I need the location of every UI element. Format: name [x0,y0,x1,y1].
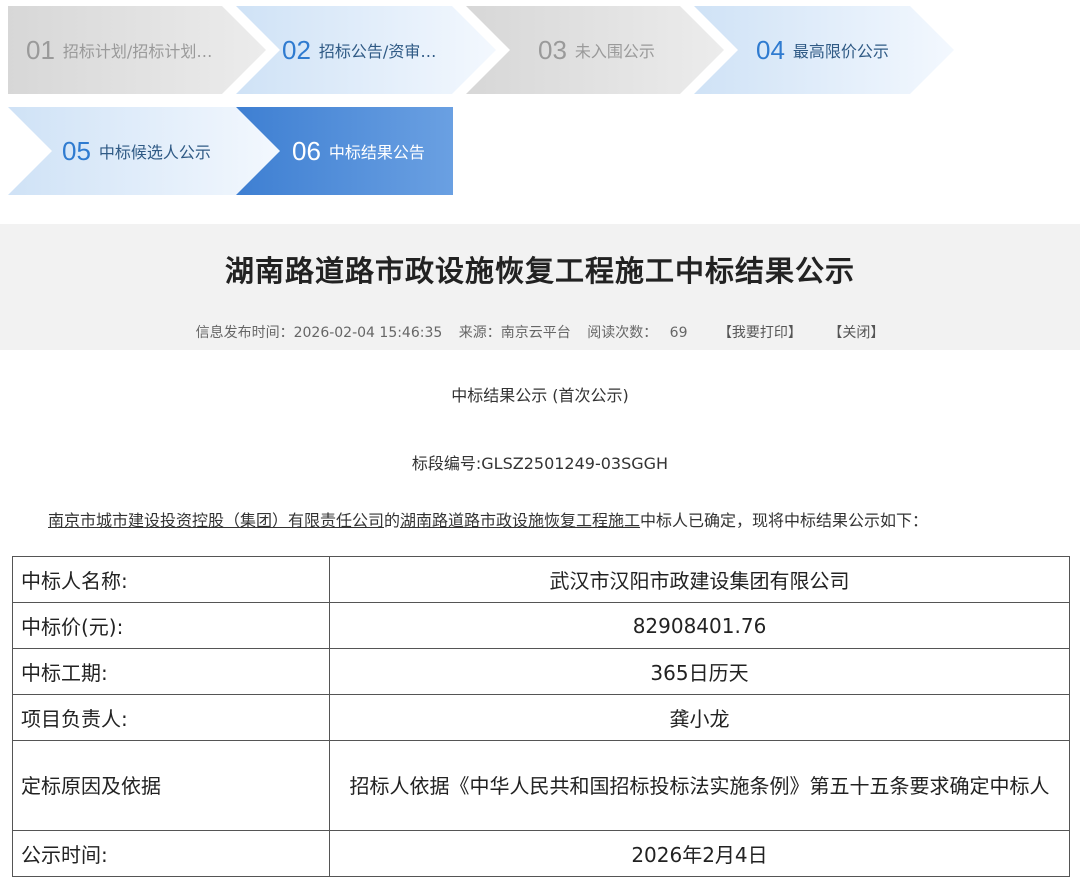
notice-subtitle: 中标结果公示 (首次公示) [451,386,629,405]
row-key: 中标价(元): [12,602,330,649]
intro-rest: 中标人已确定，现将中标结果公示如下： [640,511,929,530]
source-value: 南京云平台 [500,325,571,341]
project-name: 湖南路道路市政设施恢复工程施工 [400,511,641,530]
step-label: 未入围公示 [574,42,655,61]
step-number: 03 [538,34,567,65]
step-03-not-shortlisted[interactable]: 03 未入围公示 [466,6,724,94]
table-row: 定标原因及依据 招标人依据《中华人民共和国招标投标法实施条例》第五十五条要求确定… [12,740,1070,831]
row-key: 中标工期: [12,648,330,695]
intro-connector: 的 [384,511,401,530]
step-05-candidate-announcement[interactable]: 05 中标候选人公示 [8,107,280,195]
step-number: 04 [756,34,785,65]
print-button[interactable]: 【我要打印】 [718,325,802,341]
close-button[interactable]: 【关闭】 [828,325,884,341]
step-number: 01 [26,34,55,65]
publish-label: 信息发布时间： [195,325,294,341]
row-value: 365日历天 [329,648,1070,695]
row-key: 中标人名称: [12,556,330,603]
views-label: 阅读次数： [587,325,658,341]
row-value: 武汉市汉阳市政建设集团有限公司 [329,556,1070,603]
row-key: 公示时间: [12,830,330,877]
step-label: 中标结果公告 [328,143,425,162]
step-number: 05 [62,135,91,166]
step-label: 招标公告/资审… [318,42,437,61]
article-header: 湖南路道路市政设施恢复工程施工中标结果公示 信息发布时间：2026-02-04 … [0,224,1080,350]
row-value: 82908401.76 [329,602,1070,649]
step-number: 02 [282,34,311,65]
step-label: 最高限价公示 [792,42,889,61]
result-table: 中标人名称: 武汉市汉阳市政建设集团有限公司 中标价(元): 82908401.… [12,556,1070,877]
section-number: 标段编号:GLSZ2501249-03SGGH [411,454,669,473]
process-steps: 01 招标计划/招标计划… 02 招标公告/资审… 03 未入围公示 04 最高… [0,0,1080,200]
table-row: 公示时间: 2026年2月4日 [12,830,1070,877]
tenderer-name: 南京市城市建设投资控股（集团）有限责任公司 [48,511,385,530]
publish-time: 信息发布时间：2026-02-04 15:46:35 [196,325,443,341]
step-label: 中标候选人公示 [98,143,211,162]
step-label: 招标计划/招标计划… [62,42,213,61]
row-value: 2026年2月4日 [329,830,1070,877]
step-04-price-ceiling[interactable]: 04 最高限价公示 [694,6,954,94]
view-count: 阅读次数： 69 [587,325,687,341]
table-row: 项目负责人: 龚小龙 [12,694,1070,741]
article-meta: 信息发布时间：2026-02-04 15:46:35 来源：南京云平台 阅读次数… [0,322,1080,342]
row-key: 项目负责人: [12,694,330,741]
table-row: 中标工期: 365日历天 [12,648,1070,695]
step-02-bid-announcement[interactable]: 02 招标公告/资审… [236,6,496,94]
views-value: 69 [669,325,688,341]
row-value: 龚小龙 [329,694,1070,741]
publish-value: 2026-02-04 15:46:35 [293,325,443,341]
table-row: 中标人名称: 武汉市汉阳市政建设集团有限公司 [12,556,1070,603]
page-title: 湖南路道路市政设施恢复工程施工中标结果公示 [224,254,855,288]
table-row: 中标价(元): 82908401.76 [12,602,1070,649]
step-number: 06 [292,135,321,166]
row-value: 招标人依据《中华人民共和国招标投标法实施条例》第五十五条要求确定中标人 [329,740,1070,831]
intro-text: 南京市城市建设投资控股（集团）有限责任公司的湖南路道路市政设施恢复工程施工中标人… [48,507,928,531]
step-01-bid-plan[interactable]: 01 招标计划/招标计划… [8,6,266,94]
row-key: 定标原因及依据 [12,740,330,831]
source: 来源：南京云平台 [459,325,571,341]
source-label: 来源： [458,325,501,341]
